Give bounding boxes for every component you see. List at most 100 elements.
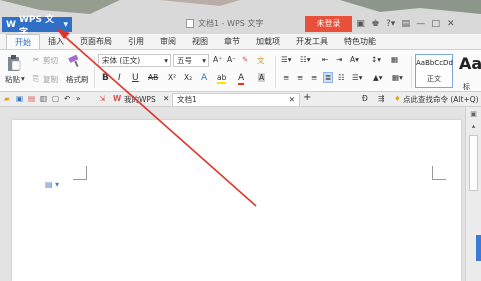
clear-format-button[interactable]: ✎ — [242, 55, 248, 64]
paste-icon[interactable] — [6, 54, 22, 72]
shirt-icon[interactable]: ▣ — [356, 19, 365, 29]
undo-icon[interactable]: ↶ — [64, 94, 70, 103]
print-preview-icon[interactable]: ▢ — [52, 94, 59, 103]
margin-corner-top-left — [73, 166, 87, 180]
justify-button[interactable]: ≣ — [323, 72, 334, 83]
highlight-button[interactable]: ab — [217, 73, 227, 84]
copy-icon[interactable]: ⎘ — [33, 74, 39, 84]
tab-addins[interactable]: 加载项 — [248, 34, 288, 49]
scroll-thumb[interactable] — [469, 135, 478, 191]
grow-font-button[interactable]: A⁺ — [213, 55, 222, 64]
restore-icon[interactable]: ▤ — [401, 19, 411, 29]
tab-section[interactable]: 章节 — [216, 34, 248, 49]
scroll-top-icon[interactable]: ▴ — [468, 122, 479, 132]
paragraph-marker-icon[interactable]: ▤ ▾ — [45, 180, 59, 189]
document-page[interactable] — [12, 120, 461, 281]
char-shading-button[interactable]: A — [258, 73, 266, 82]
document-area — [0, 107, 465, 281]
decrease-indent-button[interactable]: ⇤ — [322, 55, 328, 64]
bullets-button[interactable]: ☰▾ — [281, 55, 292, 64]
login-button[interactable]: 未登录 — [305, 16, 352, 32]
new-tab-button[interactable]: + — [303, 92, 311, 103]
window-controls: ▣ ♚ ?▾ ▤ — □ ✕ — [356, 16, 455, 32]
italic-button[interactable]: I — [118, 73, 121, 83]
close-icon[interactable]: ✕ — [446, 19, 455, 29]
print-icon[interactable]: ▥ — [40, 94, 47, 103]
pin-icon[interactable]: ⇲ — [99, 94, 105, 103]
paste-dropdown-icon[interactable]: ▾ — [21, 74, 25, 83]
minimize-icon[interactable]: — — [416, 19, 425, 29]
more-icon[interactable]: » — [76, 94, 81, 103]
paste-label[interactable]: 粘贴 — [5, 74, 20, 85]
numbering-button[interactable]: ☷▾ — [300, 55, 311, 64]
tab-developer[interactable]: 开发工具 — [288, 34, 336, 49]
margin-corner-top-right — [432, 166, 446, 180]
help-icon[interactable]: ?▾ — [386, 19, 395, 29]
tab-home[interactable]: 开始 — [6, 34, 40, 49]
strikethrough-button[interactable]: AB — [148, 73, 158, 82]
document-tab[interactable]: 文档1 ✕ — [172, 93, 300, 106]
bold-button[interactable]: B — [102, 73, 109, 83]
close-icon[interactable]: ✕ — [289, 94, 295, 106]
border-button[interactable]: ▦▾ — [392, 73, 403, 82]
cut-icon[interactable]: ✂ — [33, 55, 39, 64]
superscript-button[interactable]: X² — [168, 73, 176, 82]
align-right-button[interactable]: ≡ — [311, 73, 317, 82]
tab-insert[interactable]: 插入 — [40, 34, 72, 49]
font-color-button[interactable]: A — [238, 73, 245, 85]
my-wps-close-icon[interactable]: ✕ — [163, 94, 169, 103]
distributed-button[interactable]: ☷ — [338, 73, 345, 82]
font-size-select[interactable]: 五号 ▾ — [173, 54, 209, 67]
layout-icon[interactable]: ⇶ — [378, 94, 384, 103]
side-panel-tab[interactable] — [476, 235, 481, 261]
text-effect-button[interactable]: A — [201, 73, 207, 83]
app-menu-button[interactable]: W WPS 文字 ▾ — [2, 15, 72, 34]
table-icon[interactable]: ▦ — [391, 55, 398, 64]
tab-view[interactable]: 视图 — [184, 34, 216, 49]
menu-tab-bar: 开始 插入 页面布局 引用 审阅 视图 章节 加载项 开发工具 特色功能 — [0, 34, 481, 50]
open-folder-icon[interactable]: ▰ — [4, 94, 10, 103]
doc-switch-icon[interactable]: Ð — [362, 94, 368, 103]
style-normal-sample: AaBbCcDd — [416, 59, 453, 67]
tab-references[interactable]: 引用 — [120, 34, 152, 49]
underline-button[interactable]: U — [132, 73, 139, 83]
style-heading-sample[interactable]: Aa — [459, 54, 481, 73]
scroll-up-icon[interactable]: ▣ — [468, 110, 479, 120]
chinese-layout-button[interactable]: A▾ — [350, 55, 359, 64]
vertical-scrollbar[interactable]: ▣ ▴ — [465, 107, 481, 281]
command-search[interactable]: 点此查找命令 (Alt+Q) — [403, 94, 479, 105]
align-left-button[interactable]: ≡ — [283, 73, 289, 82]
format-painter-icon[interactable] — [68, 53, 82, 67]
document-tab-label: 文档1 — [177, 95, 197, 104]
my-wps-tab[interactable]: 我的WPS — [124, 94, 156, 105]
skin-icon[interactable]: ♚ — [371, 19, 380, 29]
style-normal[interactable]: AaBbCcDd 正文 — [415, 54, 453, 88]
shading-button[interactable]: ▲▾ — [373, 73, 383, 82]
font-size-value: 五号 — [177, 56, 192, 65]
format-painter-button[interactable]: 格式刷 — [66, 74, 89, 85]
export-pdf-icon[interactable]: ▤ — [28, 94, 35, 103]
ribbon-divider — [94, 56, 95, 88]
tab-features[interactable]: 特色功能 — [336, 34, 384, 49]
cut-button[interactable]: 剪切 — [43, 55, 58, 66]
style-heading-name[interactable]: 标 — [463, 82, 470, 92]
font-family-select[interactable]: 宋体 (正文) ▾ — [98, 54, 171, 67]
copy-button[interactable]: 复制 — [43, 74, 58, 85]
phonetic-guide-button[interactable]: 文 — [257, 55, 265, 66]
subscript-button[interactable]: X₂ — [184, 73, 192, 82]
tab-review[interactable]: 审阅 — [152, 34, 184, 49]
bulb-icon: ♦ — [394, 94, 401, 103]
align-center-button[interactable]: ≡ — [297, 73, 303, 82]
document-icon — [186, 19, 194, 28]
line-spacing-button[interactable]: ☰▾ — [352, 73, 363, 82]
tab-page-layout[interactable]: 页面布局 — [72, 34, 120, 49]
sort-button[interactable]: ↕▾ — [371, 55, 381, 64]
chevron-down-icon: ▾ — [63, 19, 68, 30]
maximize-icon[interactable]: □ — [431, 19, 441, 29]
save-icon[interactable]: ▣ — [16, 94, 23, 103]
chevron-down-icon: ▾ — [202, 56, 206, 65]
ribbon-divider — [411, 56, 412, 88]
shrink-font-button[interactable]: A⁻ — [227, 55, 236, 64]
wps-home-icon: W — [113, 94, 122, 103]
increase-indent-button[interactable]: ⇥ — [336, 55, 342, 64]
